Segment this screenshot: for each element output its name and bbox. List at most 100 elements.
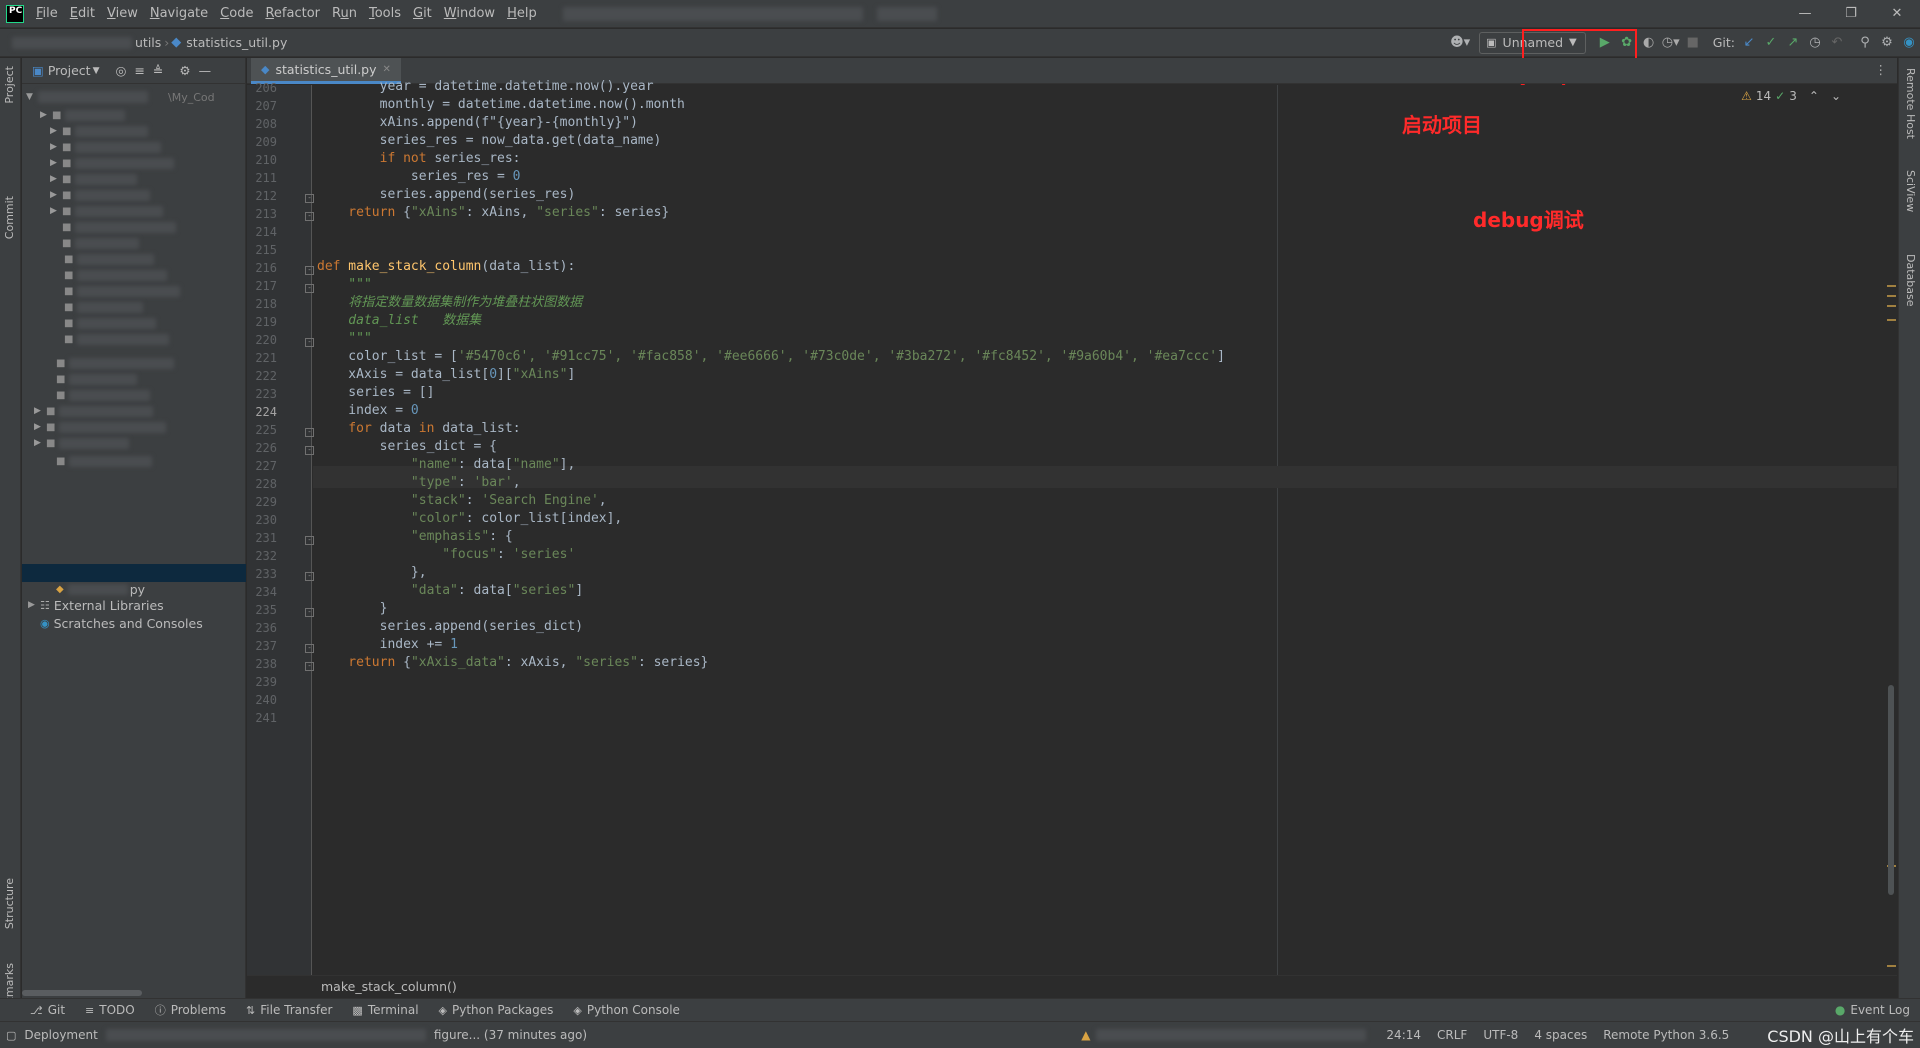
fold-marker-icon[interactable]: - bbox=[305, 536, 314, 545]
tree-item[interactable]: ■ bbox=[52, 330, 170, 348]
fold-marker-icon[interactable]: - bbox=[305, 266, 314, 275]
menu-refactor[interactable]: Refactor bbox=[259, 0, 326, 28]
file-encoding[interactable]: UTF-8 bbox=[1483, 1028, 1518, 1042]
horizontal-scrollbar[interactable] bbox=[22, 990, 142, 996]
sciview-tool-tab[interactable]: SciView bbox=[1904, 170, 1917, 212]
line-number: 220 bbox=[255, 333, 277, 347]
breadcrumb-file[interactable]: statistics_util.py bbox=[183, 35, 290, 50]
python-interpreter[interactable]: Remote Python 3.6.5 bbox=[1603, 1028, 1729, 1042]
line-number: 226 bbox=[255, 441, 277, 455]
hide-icon[interactable]: — bbox=[199, 63, 212, 78]
inspection-widget[interactable]: ⚠ 14 ✓ 3 ⌃ ⌄ bbox=[1741, 89, 1841, 103]
fold-marker-icon[interactable]: - bbox=[305, 212, 314, 221]
rollback-icon[interactable]: ↶ bbox=[1826, 32, 1848, 54]
coverage-icon[interactable]: ◐ bbox=[1638, 32, 1660, 54]
tool-window-python-console[interactable]: ◈ Python Console bbox=[563, 1002, 690, 1018]
close-icon[interactable]: ✕ bbox=[1874, 0, 1920, 28]
jetbrains-icon[interactable]: ◉ bbox=[1898, 32, 1920, 54]
progress-icon: ▲ bbox=[1081, 1028, 1091, 1042]
restore-icon[interactable]: ❐ bbox=[1828, 0, 1874, 28]
chevron-up-icon[interactable]: ⌃ bbox=[1809, 89, 1819, 103]
tool-window-python-packages[interactable]: ◈ Python Packages bbox=[429, 1002, 564, 1018]
line-separator[interactable]: CRLF bbox=[1437, 1028, 1467, 1042]
collapse-all-icon[interactable]: ≜ bbox=[153, 63, 163, 78]
history-icon[interactable]: ◷ bbox=[1804, 32, 1826, 54]
folder-icon: ■ bbox=[56, 357, 66, 369]
git-update-icon[interactable]: ↙ bbox=[1738, 32, 1760, 54]
chevron-right-icon: ▶ bbox=[50, 126, 57, 136]
chevron-right-icon: ▶ bbox=[34, 406, 41, 416]
fold-marker-icon[interactable]: - bbox=[305, 194, 314, 203]
fold-marker-icon[interactable]: - bbox=[305, 572, 314, 581]
minimize-icon[interactable]: — bbox=[1782, 0, 1828, 28]
fold-marker-icon[interactable]: - bbox=[305, 662, 314, 671]
tab-label: statistics_util.py bbox=[275, 62, 377, 77]
git-push-icon[interactable]: ↗ bbox=[1782, 32, 1804, 54]
tree-item[interactable]: ▶ ■ bbox=[34, 434, 130, 452]
blurred-item-name bbox=[75, 141, 162, 153]
code-breadcrumb[interactable]: make_stack_column() bbox=[321, 979, 457, 994]
tool-window-todo[interactable]: ≡ TODO bbox=[75, 1002, 145, 1018]
target-icon[interactable]: ◎ bbox=[116, 63, 127, 78]
menu-run[interactable]: Run bbox=[326, 0, 363, 28]
tree-item[interactable]: ■ bbox=[44, 452, 153, 470]
tool-window-file-transfer[interactable]: ⇅ File Transfer bbox=[236, 1002, 342, 1018]
blurred-item-name bbox=[77, 301, 144, 313]
chevron-down-icon[interactable]: ⌄ bbox=[1831, 89, 1841, 103]
remote-host-tool-tab[interactable]: Remote Host bbox=[1904, 68, 1917, 139]
tool-window-git[interactable]: ⎇ Git bbox=[20, 1002, 75, 1018]
stop-icon[interactable]: ■ bbox=[1682, 32, 1704, 54]
code-editor[interactable]: 206 207 208 209 210 211 212 - 213 - 214 215 216 - 217 -… bbox=[247, 79, 1897, 975]
python-file-icon: ◆ bbox=[56, 583, 64, 595]
tree-item-scratches[interactable]: ◉ Scratches and Consoles bbox=[40, 614, 203, 632]
structure-tool-tab[interactable]: Structure bbox=[3, 878, 16, 929]
menu-help[interactable]: Help bbox=[501, 0, 543, 28]
code-line[interactable]: return {"xAins": xAins, "series": series… bbox=[317, 202, 669, 224]
menu-git[interactable]: Git bbox=[407, 0, 438, 28]
database-tool-tab[interactable]: Database bbox=[1904, 254, 1917, 307]
fold-marker-icon[interactable]: - bbox=[305, 608, 314, 617]
search-icon[interactable]: ⚲ bbox=[1854, 32, 1876, 54]
blurred-item-name bbox=[75, 157, 175, 169]
tree-item-external-libraries[interactable]: ▶ ☷ External Libraries bbox=[28, 596, 164, 614]
tool-window-label: Problems bbox=[170, 1003, 227, 1017]
tool-window-terminal[interactable]: ▩ Terminal bbox=[342, 1002, 428, 1018]
profile-icon[interactable]: ◷▾ bbox=[1660, 32, 1682, 54]
layout-icon[interactable]: ▢ bbox=[6, 1029, 16, 1042]
code-line[interactable]: return {"xAxis_data": xAxis, "series": s… bbox=[317, 652, 708, 674]
tree-root[interactable]: ▼ \My_Cod bbox=[26, 88, 215, 106]
indent-setting[interactable]: 4 spaces bbox=[1534, 1028, 1587, 1042]
fold-marker-icon[interactable]: - bbox=[305, 338, 314, 347]
tool-window-problems[interactable]: ⓘ Problems bbox=[145, 1002, 236, 1018]
more-tabs-icon[interactable]: ⋮ bbox=[1875, 62, 1888, 77]
caret-position[interactable]: 24:14 bbox=[1386, 1028, 1421, 1042]
fold-marker-icon[interactable]: - bbox=[305, 644, 314, 653]
menu-code[interactable]: Code bbox=[214, 0, 259, 28]
menu-view[interactable]: View bbox=[101, 0, 144, 28]
project-view-select[interactable]: Project bbox=[48, 63, 91, 78]
expand-all-icon[interactable]: ≡ bbox=[134, 63, 144, 78]
git-commit-icon[interactable]: ✓ bbox=[1760, 32, 1782, 54]
fold-marker-icon[interactable]: - bbox=[305, 284, 314, 293]
selected-tree-row[interactable] bbox=[22, 564, 246, 582]
close-tab-icon[interactable]: ✕ bbox=[383, 64, 391, 75]
event-log-button[interactable]: ● Event Log bbox=[1825, 1003, 1920, 1017]
menu-navigate[interactable]: Navigate bbox=[144, 0, 214, 28]
folder-icon: ■ bbox=[64, 333, 74, 345]
vertical-scrollbar[interactable] bbox=[1888, 685, 1894, 895]
status-deployment[interactable]: Deployment bbox=[24, 1028, 97, 1042]
gear-icon[interactable]: ⚙ bbox=[179, 63, 190, 78]
status-bar: ▢ Deployment figure... (37 minutes ago) … bbox=[0, 1021, 1920, 1048]
menu-edit[interactable]: Edit bbox=[64, 0, 101, 28]
menu-tools[interactable]: Tools bbox=[363, 0, 407, 28]
commit-tool-tab[interactable]: Commit bbox=[3, 196, 16, 239]
user-icon[interactable]: ☻▾ bbox=[1449, 32, 1471, 54]
project-tool-tab[interactable]: Project bbox=[3, 66, 16, 104]
gear-icon[interactable]: ⚙ bbox=[1876, 32, 1898, 54]
menu-file[interactable]: File bbox=[30, 0, 64, 28]
fold-marker-icon[interactable]: - bbox=[305, 446, 314, 455]
breadcrumb-utils[interactable]: utils bbox=[132, 35, 164, 50]
chevron-right-icon: ▶ bbox=[34, 438, 41, 448]
menu-window[interactable]: Window bbox=[438, 0, 501, 28]
fold-marker-icon[interactable]: - bbox=[305, 428, 314, 437]
